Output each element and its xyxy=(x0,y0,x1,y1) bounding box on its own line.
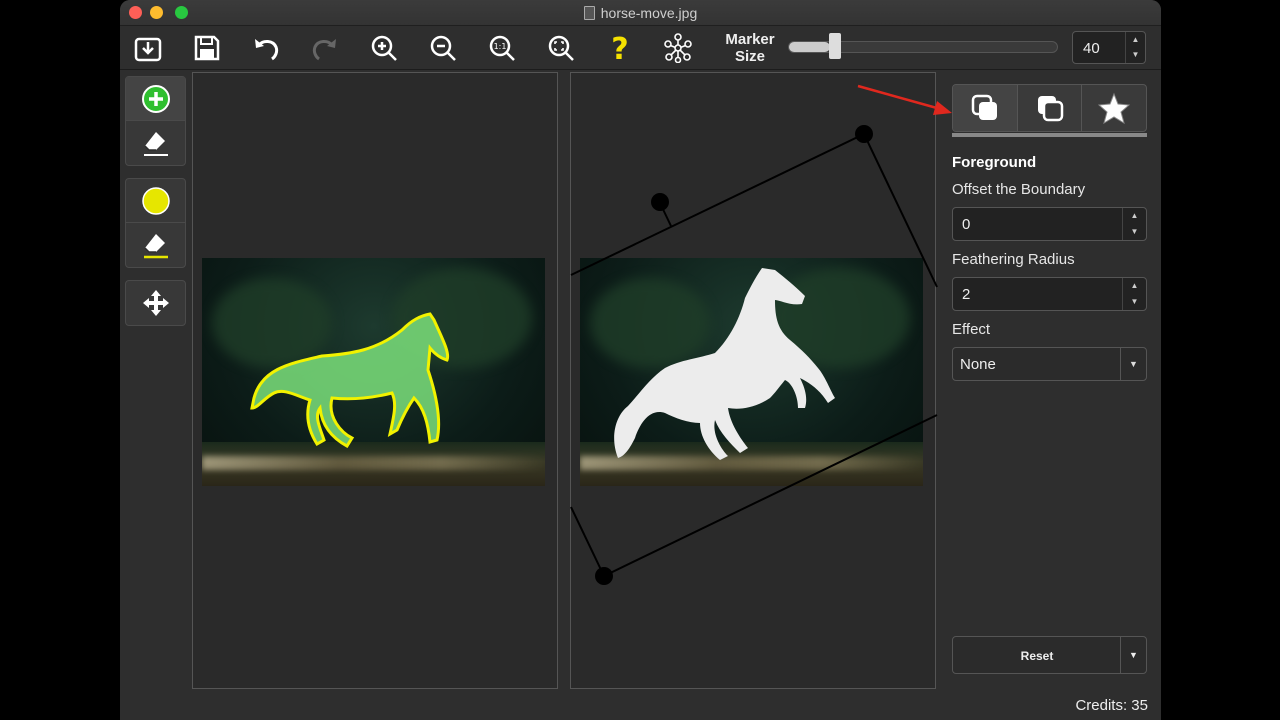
save-icon xyxy=(194,35,220,61)
network-icon xyxy=(664,33,692,63)
offset-value: 0 xyxy=(962,216,971,233)
undo-button[interactable] xyxy=(248,30,284,66)
marker-size-label-line2: Size xyxy=(734,48,765,65)
marker-size-slider-fill xyxy=(789,42,830,52)
undo-icon xyxy=(255,39,279,61)
help-button[interactable]: ? xyxy=(602,30,638,66)
redo-icon xyxy=(312,39,336,61)
window-title-text: horse-move.jpg xyxy=(600,5,698,21)
yellow-circle-icon xyxy=(141,186,170,215)
eraser-icon xyxy=(143,132,168,156)
credits-counter: Credits: 35 xyxy=(1075,697,1148,714)
marker-size-label: Marker Size xyxy=(720,31,780,65)
foreground-tools-group xyxy=(125,76,186,166)
zoom-fit-icon xyxy=(548,35,574,61)
effect-label: Effect xyxy=(952,321,991,338)
title-bar: horse-move.jpg xyxy=(120,0,1161,26)
chevron-down-icon[interactable]: ▼ xyxy=(1120,348,1146,380)
white-horse-figure xyxy=(614,268,835,460)
chevron-down-icon[interactable]: ▼ xyxy=(1120,637,1146,673)
reset-label: Reset xyxy=(1020,649,1054,663)
effect-select[interactable]: None ▼ xyxy=(952,347,1147,381)
erase-foreground-marker-button[interactable] xyxy=(126,121,185,165)
reset-button[interactable]: Reset ▼ xyxy=(952,636,1147,674)
svg-text:?: ? xyxy=(611,33,628,63)
open-button[interactable] xyxy=(130,30,166,66)
layers-back-icon xyxy=(1037,96,1063,122)
marker-size-slider-thumb[interactable] xyxy=(828,33,841,59)
app-window: horse-move.jpg 1:1 ? Marker Size 40 ▲ ▼ … xyxy=(120,0,1161,720)
tab-foreground[interactable] xyxy=(953,85,1018,131)
marker-size-value: 40 xyxy=(1083,40,1100,57)
offset-boundary-stepper[interactable]: 0 ▲ ▼ xyxy=(952,207,1147,241)
result-image-pane[interactable] xyxy=(570,72,936,689)
zoom-fit-button[interactable] xyxy=(543,30,579,66)
source-photo[interactable] xyxy=(202,258,545,486)
marker-size-stepper[interactable]: 40 ▲ ▼ xyxy=(1072,31,1146,64)
stepper-arrows[interactable]: ▲ ▼ xyxy=(1122,208,1146,240)
source-image-pane[interactable] xyxy=(192,72,558,689)
zoom-out-icon xyxy=(430,35,456,61)
stepper-arrows[interactable]: ▲ ▼ xyxy=(1125,32,1145,63)
feathering-radius-stepper[interactable]: 2 ▲ ▼ xyxy=(952,277,1147,311)
result-photo[interactable] xyxy=(580,258,923,486)
star-icon xyxy=(1098,92,1131,124)
marker-size-label-line1: Marker xyxy=(725,31,775,48)
window-title: horse-move.jpg xyxy=(120,5,1161,21)
zoom-out-button[interactable] xyxy=(425,30,461,66)
save-button[interactable] xyxy=(189,30,225,66)
feather-value: 2 xyxy=(962,286,971,303)
move-arrows-icon xyxy=(142,290,169,316)
mode-tabs xyxy=(952,84,1147,132)
zoom-in-icon xyxy=(371,35,397,61)
erase-background-marker-button[interactable] xyxy=(126,223,185,267)
layers-front-icon xyxy=(971,94,997,120)
plus-circle-icon xyxy=(141,84,170,113)
stepper-arrows[interactable]: ▲ ▼ xyxy=(1122,278,1146,310)
redo-button[interactable] xyxy=(307,30,343,66)
background-marker-button[interactable] xyxy=(126,179,185,223)
svg-text:1:1: 1:1 xyxy=(494,42,507,51)
tab-effects[interactable] xyxy=(1082,85,1146,131)
help-icon: ? xyxy=(611,33,628,63)
eraser-yellow-icon xyxy=(143,234,168,259)
tab-underline xyxy=(952,133,1147,137)
tab-background[interactable] xyxy=(1018,85,1083,131)
actual-size-button[interactable]: 1:1 xyxy=(484,30,520,66)
background-tools-group xyxy=(125,178,186,268)
network-button[interactable] xyxy=(660,30,696,66)
offset-label: Offset the Boundary xyxy=(952,181,1086,198)
zoom-in-button[interactable] xyxy=(366,30,402,66)
horse-selection-mask xyxy=(250,312,450,448)
move-tool-button[interactable] xyxy=(126,281,185,325)
toolbar: 1:1 ? Marker Size 40 ▲ ▼ xyxy=(120,26,1161,70)
section-title: Foreground xyxy=(952,154,1037,171)
add-foreground-marker-button[interactable] xyxy=(126,77,185,121)
effect-value: None xyxy=(960,356,996,373)
open-icon xyxy=(134,37,162,62)
feathering-label: Feathering Radius xyxy=(952,251,1075,268)
properties-panel: Foreground Offset the Boundary 0 ▲ ▼ Feath… xyxy=(952,84,1148,381)
marker-toolbar xyxy=(125,76,187,338)
move-tools-group xyxy=(125,280,186,326)
actual-size-icon: 1:1 xyxy=(489,35,515,61)
document-icon xyxy=(583,6,595,20)
